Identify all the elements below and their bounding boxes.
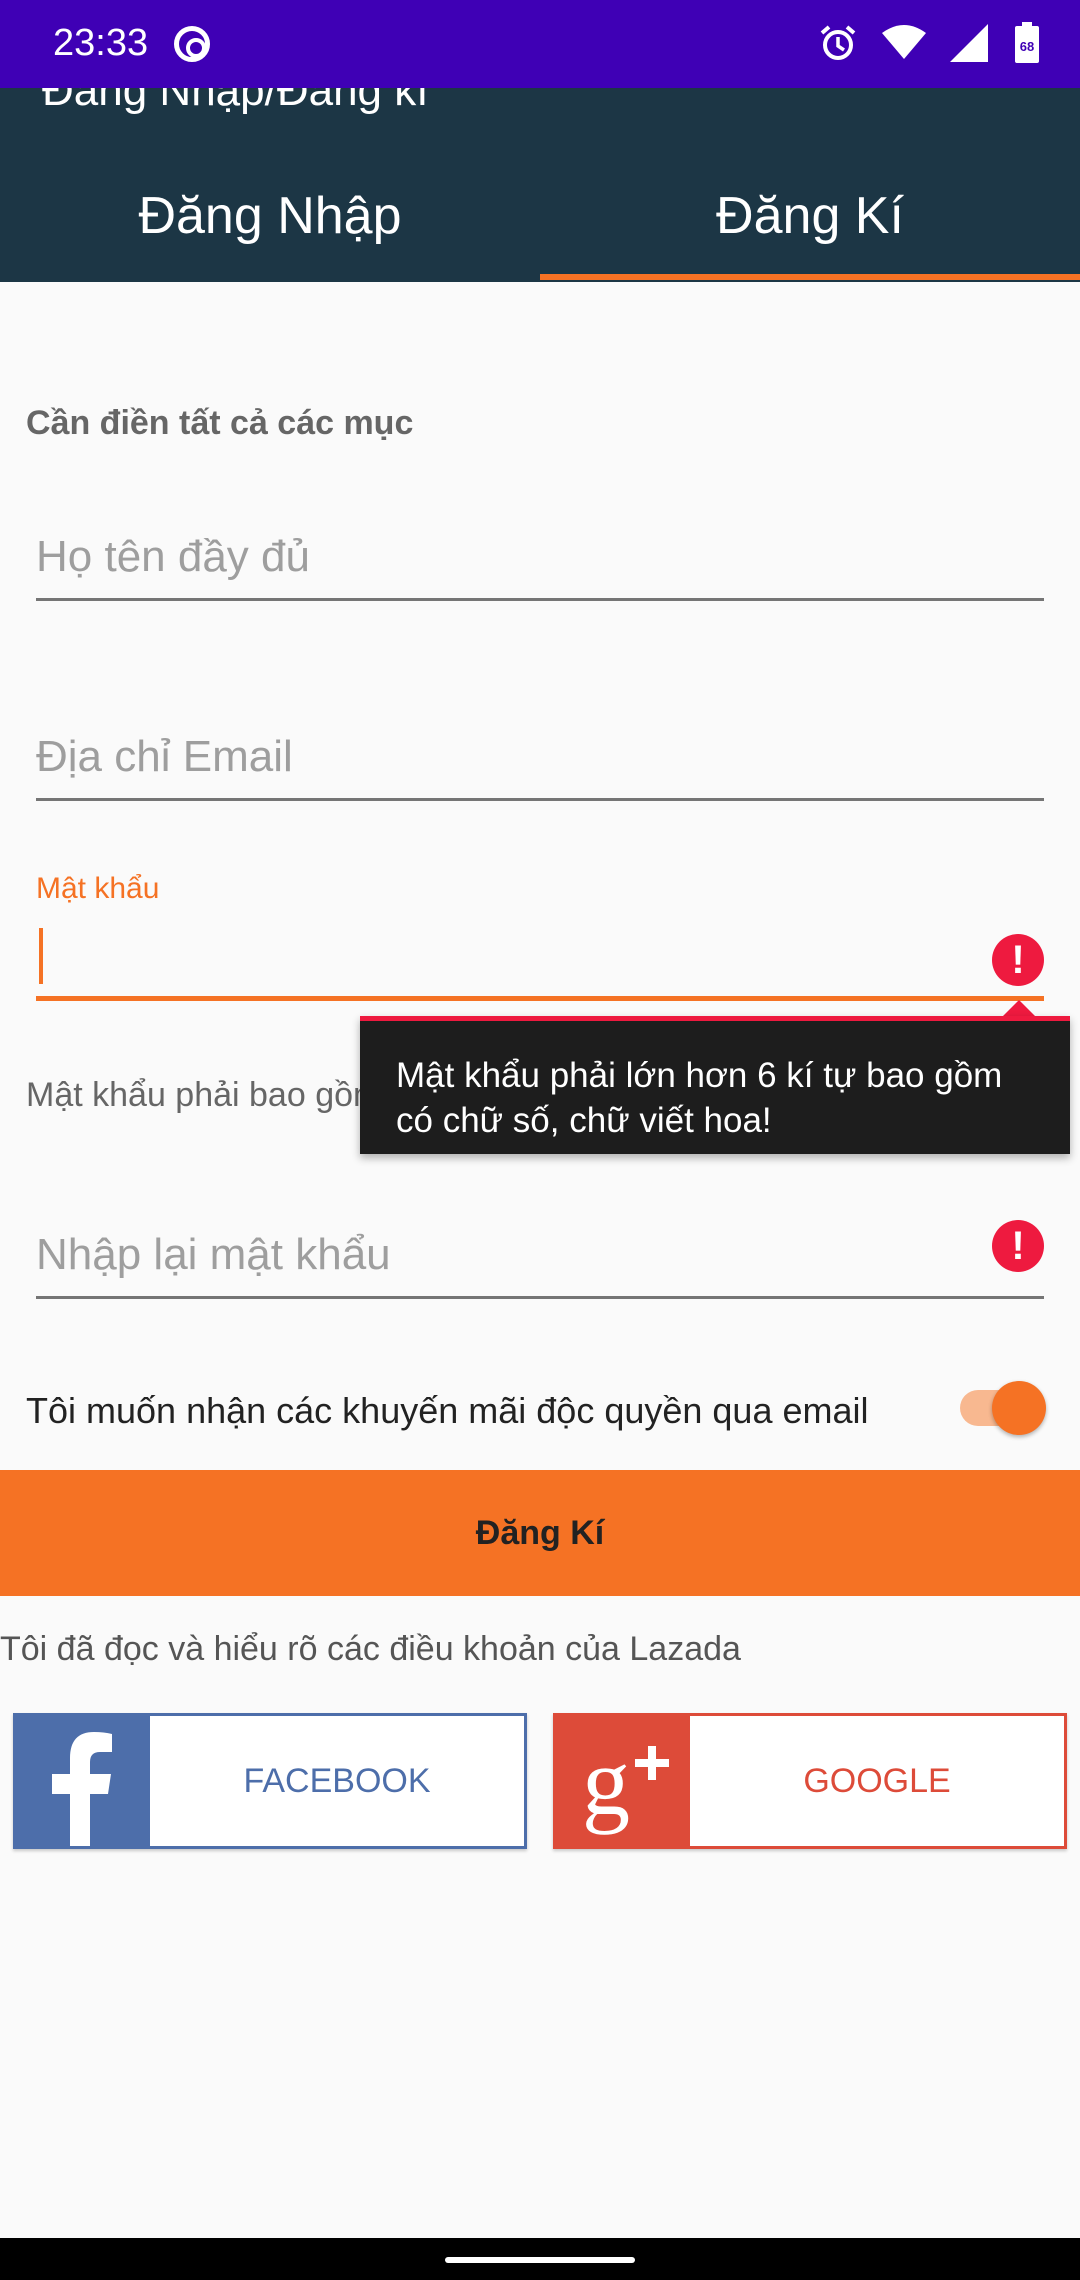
email-underline [36, 798, 1044, 801]
tab-indicator [540, 274, 1080, 280]
navigation-bar [0, 2238, 1080, 2280]
tab-login[interactable]: Đăng Nhập [0, 186, 540, 246]
email-placeholder: Địa chỉ Email [36, 732, 293, 781]
full-name-placeholder: Họ tên đầy đủ [36, 532, 310, 581]
google-label: GOOGLE [803, 1762, 951, 1800]
alarm-icon [820, 25, 856, 60]
facebook-label: FACEBOOK [243, 1762, 431, 1800]
password-label: Mật khẩu [36, 872, 160, 905]
register-button[interactable]: Đăng Kí [0, 1470, 1080, 1596]
error-tooltip-arrow [1003, 1000, 1035, 1016]
terms-text: Tôi đã đọc và hiểu rõ các điều khoản của… [0, 1630, 741, 1668]
password-field[interactable]: Mật khẩu ! [36, 872, 1044, 1002]
promo-toggle-thumb[interactable] [992, 1381, 1046, 1435]
required-note: Cần điền tất cả các mục [26, 404, 414, 442]
password-underline [36, 996, 1044, 1001]
full-name-underline [36, 598, 1044, 601]
password-error-tooltip: Mật khẩu phải lớn hơn 6 kí tự bao gồm có… [360, 1016, 1070, 1154]
facebook-icon [16, 1716, 150, 1846]
confirm-password-error-icon[interactable]: ! [992, 1220, 1044, 1272]
page-title: Đăng Nhập/Đăng kí [42, 88, 429, 115]
tab-register[interactable]: Đăng Kí [540, 186, 1080, 246]
google-login-button[interactable]: g GOOGLE [553, 1713, 1067, 1849]
svg-text:68: 68 [1020, 39, 1034, 54]
full-name-field[interactable]: Họ tên đầy đủ [36, 520, 1044, 610]
promo-email-label: Tôi muốn nhận các khuyến mãi độc quyền q… [26, 1390, 869, 1431]
confirm-password-underline [36, 1296, 1044, 1299]
wifi-icon [882, 25, 926, 59]
status-bar: 23:33 68 [0, 0, 1080, 88]
sync-icon [174, 26, 210, 62]
home-gesture-handle[interactable] [445, 2257, 635, 2263]
confirm-password-placeholder: Nhập lại mật khẩu [36, 1230, 391, 1279]
signal-icon [950, 24, 988, 62]
text-cursor [39, 928, 43, 984]
status-icons: 68 [818, 22, 1040, 64]
status-time: 23:33 [53, 22, 149, 64]
svg-text:g: g [582, 1728, 630, 1835]
app-bar: Đăng Nhập/Đăng kí Đăng Nhập Đăng Kí [0, 88, 1080, 282]
password-error-icon[interactable]: ! [992, 934, 1044, 986]
battery-icon: 68 [1015, 22, 1039, 63]
facebook-login-button[interactable]: FACEBOOK [13, 1713, 527, 1849]
google-plus-icon: g [556, 1716, 690, 1846]
email-field[interactable]: Địa chỉ Email [36, 720, 1044, 810]
confirm-password-field[interactable]: Nhập lại mật khẩu ! [36, 1220, 1044, 1300]
